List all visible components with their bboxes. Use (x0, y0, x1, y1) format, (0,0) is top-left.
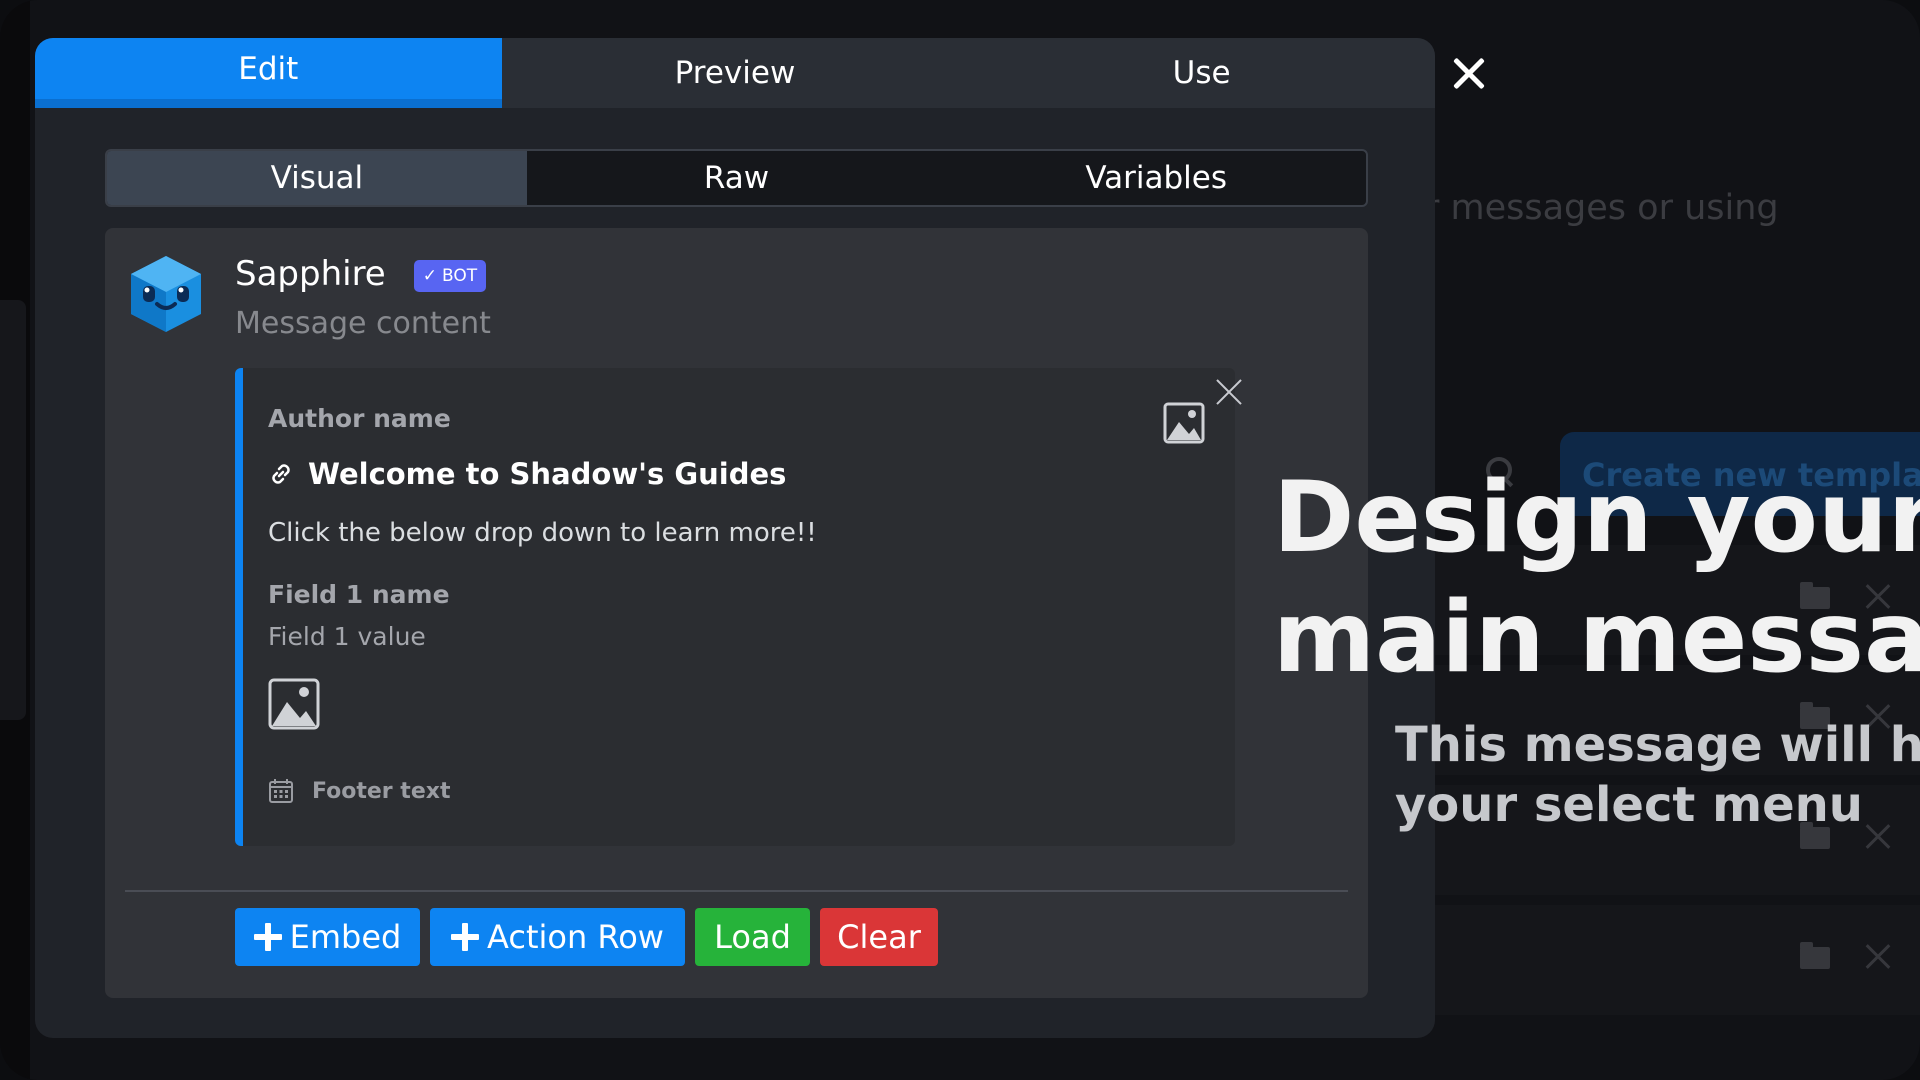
add-embed-label: Embed (289, 918, 402, 956)
message-content-input[interactable]: Message content (235, 306, 491, 341)
tab-use[interactable]: Use (968, 38, 1435, 108)
overlay-heading-line: main message (1273, 581, 1920, 695)
link-icon[interactable] (268, 461, 294, 487)
background-text: r messages or using (1425, 188, 1779, 228)
clear-button[interactable]: Clear (820, 908, 938, 966)
add-embed-button[interactable]: Embed (235, 908, 420, 966)
overlay-subheading-line: your select menu (1395, 777, 1863, 833)
image-icon[interactable] (268, 678, 320, 730)
plus-icon (451, 923, 480, 951)
tab-preview[interactable]: Preview (502, 38, 969, 108)
add-action-row-button[interactable]: Action Row (430, 908, 685, 966)
close-icon[interactable] (1452, 57, 1486, 91)
embed-author-input[interactable]: Author name (268, 404, 451, 433)
field-value-input[interactable]: Field 1 value (268, 622, 426, 651)
divider (125, 890, 1348, 892)
embed-footer: Footer text (268, 778, 450, 804)
embed-footer-input[interactable]: Footer text (312, 779, 450, 804)
message-preview: Sapphire ✓ BOT Message content Author na… (105, 228, 1368, 998)
load-button[interactable]: Load (695, 908, 810, 966)
tab-visual[interactable]: Visual (107, 151, 527, 205)
folder-icon (1800, 942, 1830, 969)
embed-card: Author name Welcome to Shadow's Guides C… (235, 368, 1235, 846)
embed-title-row: Welcome to Shadow's Guides (268, 457, 786, 491)
close-icon[interactable] (1215, 378, 1243, 406)
check-icon: ✓ (422, 266, 438, 286)
frame-left-panel (0, 300, 26, 720)
tab-edit[interactable]: Edit (35, 38, 502, 108)
overlay-subheading-line: This message will have (1395, 717, 1920, 773)
embed-title-input[interactable]: Welcome to Shadow's Guides (308, 457, 786, 491)
close-icon (1862, 942, 1892, 972)
tab-variables[interactable]: Variables (946, 151, 1366, 205)
field-name-input[interactable]: Field 1 name (268, 580, 450, 609)
main-tabs: Edit Preview Use (35, 38, 1435, 108)
tab-raw[interactable]: Raw (527, 151, 947, 205)
plus-icon (253, 923, 282, 951)
app-frame: r messages or using Create new template … (0, 0, 1920, 1080)
bot-badge-label: BOT (442, 266, 478, 286)
embed-description-input[interactable]: Click the below drop down to learn more!… (268, 518, 817, 548)
message-editor-modal: Edit Preview Use Visual Raw Variables Sa… (35, 38, 1435, 1038)
image-icon[interactable] (1163, 402, 1205, 444)
add-action-row-label: Action Row (487, 918, 664, 956)
bot-badge: ✓ BOT (414, 260, 486, 292)
bot-avatar (131, 256, 201, 332)
bot-name: Sapphire (235, 254, 386, 294)
editor-mode-tabs: Visual Raw Variables (105, 149, 1368, 207)
template-row (1435, 905, 1920, 1015)
overlay-subheading: This message will have your select menu (1395, 715, 1920, 835)
overlay-heading: Design your main message (1273, 458, 1920, 698)
overlay-heading-line: Design your (1273, 461, 1920, 575)
calendar-icon[interactable] (268, 778, 294, 804)
